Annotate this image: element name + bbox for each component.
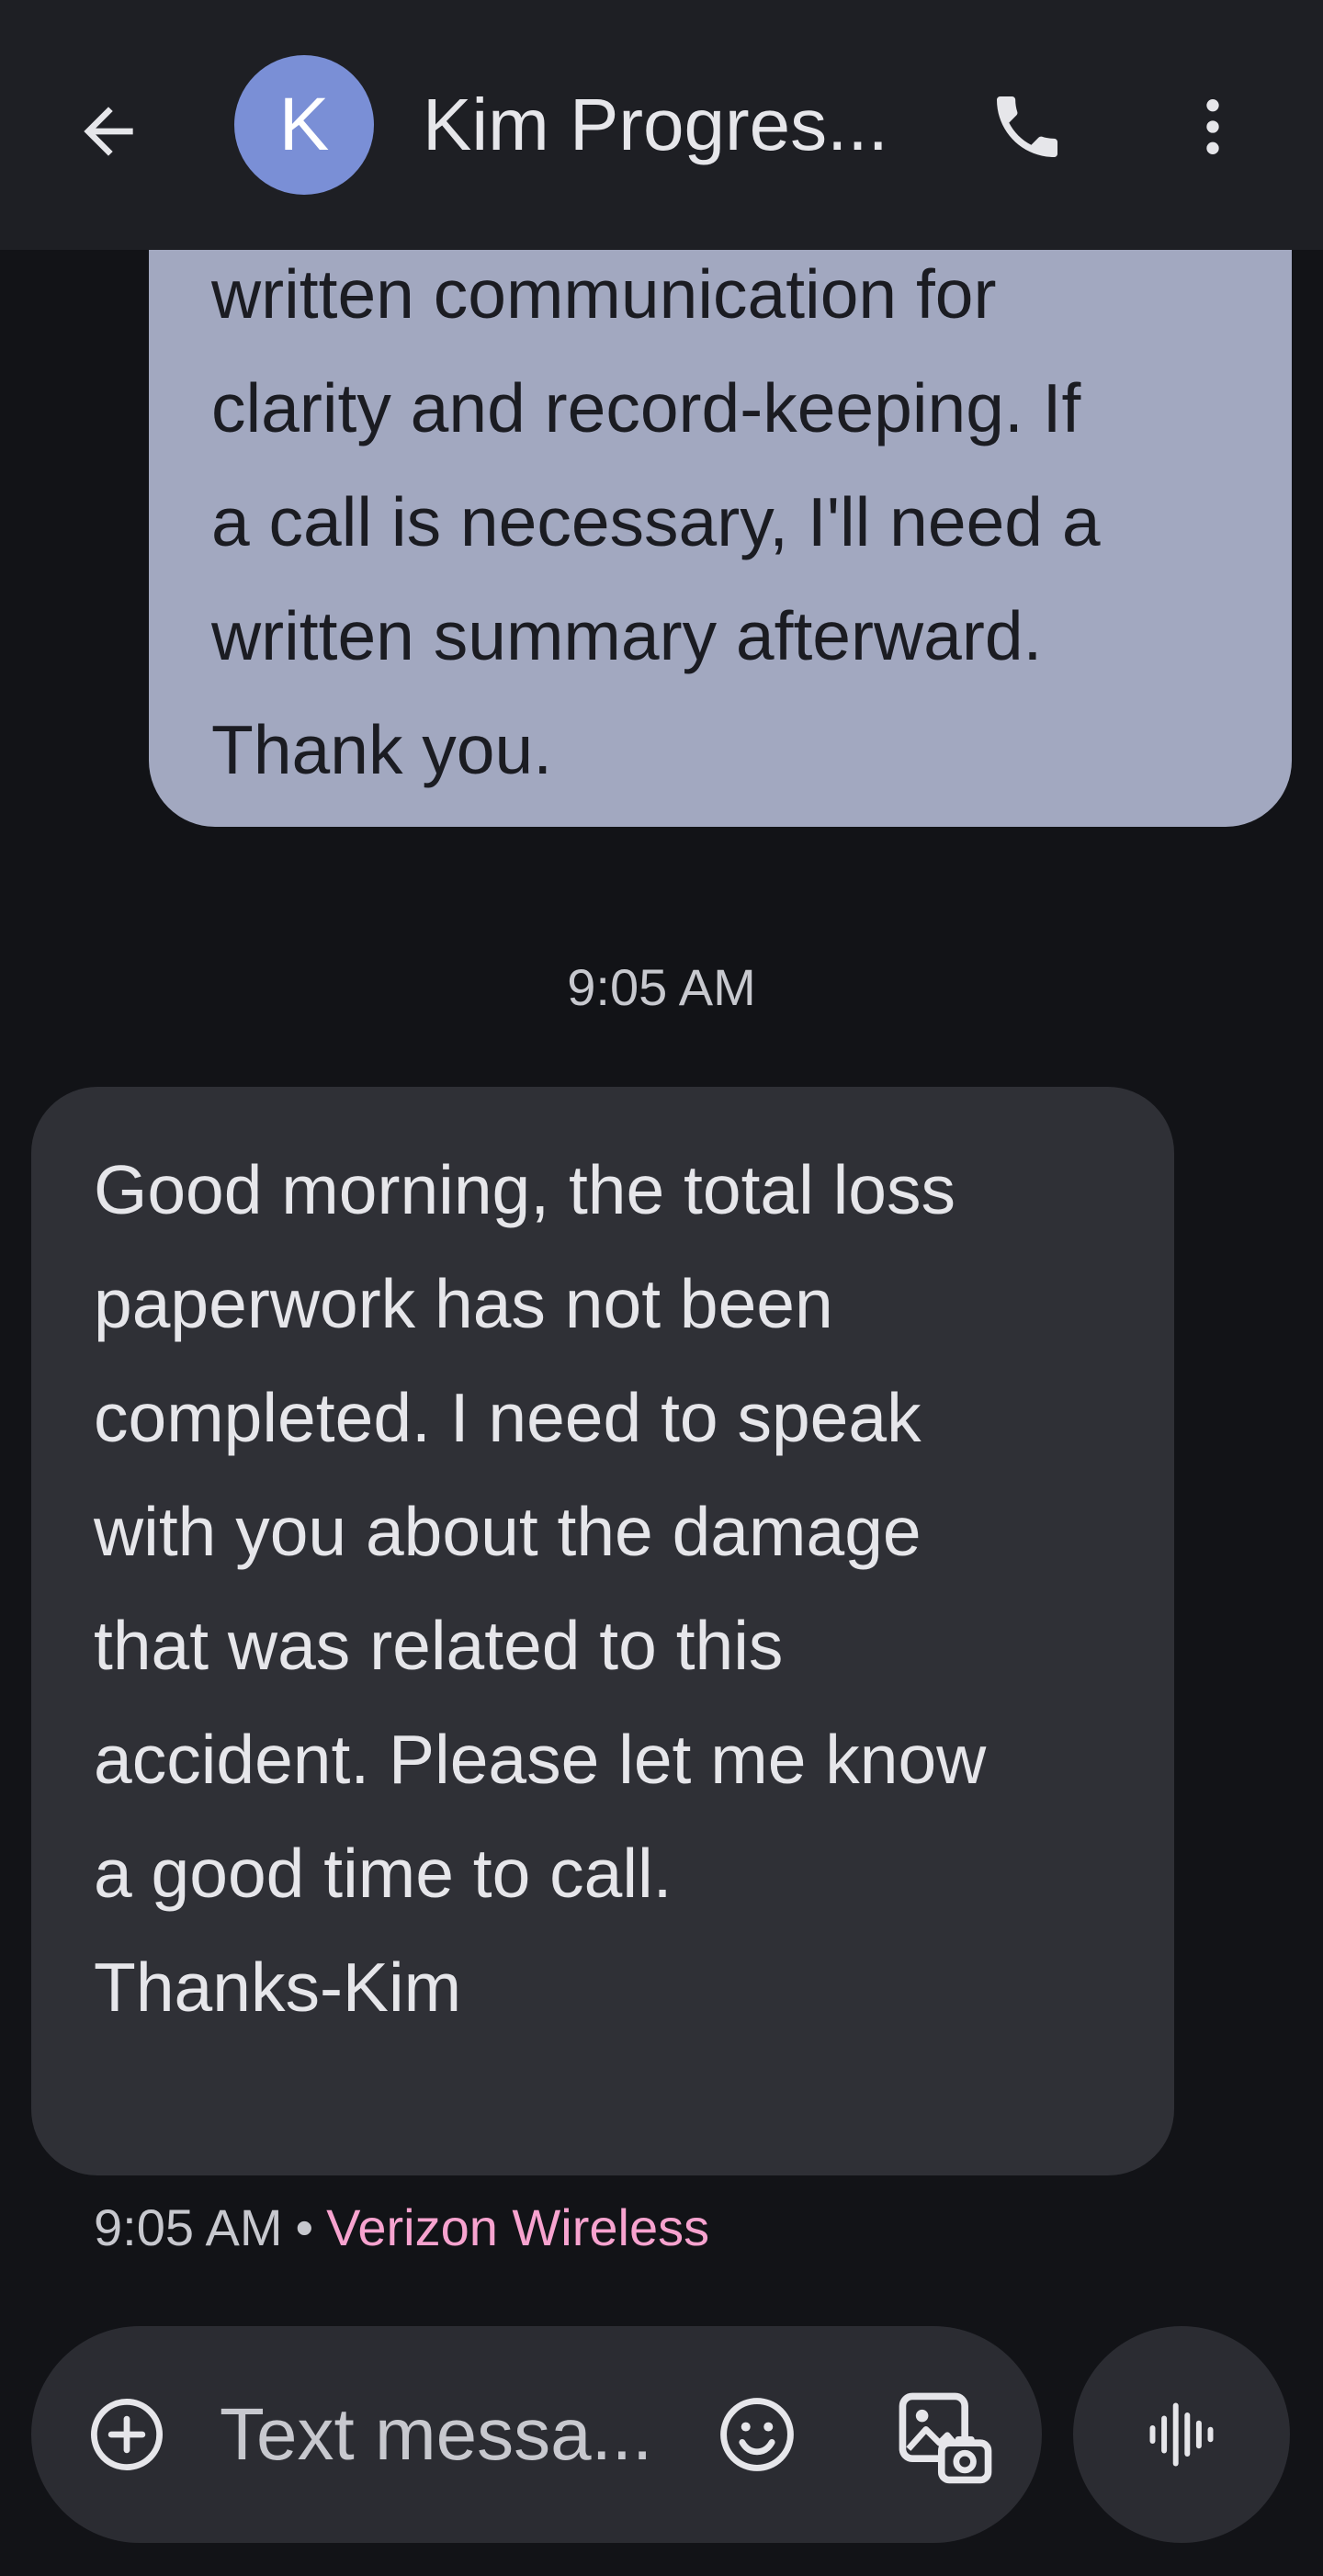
add-circle-icon: [91, 2399, 163, 2470]
call-button[interactable]: [981, 81, 1073, 173]
top-app-bar: K Kim Progres...: [0, 0, 1323, 250]
attach-button[interactable]: [81, 2389, 173, 2480]
back-button[interactable]: [64, 87, 153, 175]
message-time: 9:05 AM: [94, 2198, 283, 2256]
more-vert-icon: [1206, 99, 1219, 154]
gallery-icon: [899, 2392, 992, 2484]
emoji-button[interactable]: [711, 2389, 803, 2480]
gallery-button[interactable]: [895, 2389, 996, 2490]
incoming-message-text: Good morning, the total loss paperwork h…: [94, 1151, 987, 2026]
meta-separator: •: [295, 2198, 314, 2256]
incoming-message-bubble[interactable]: Good morning, the total loss paperwork h…: [31, 1087, 1174, 2175]
emoji-icon: [720, 2398, 794, 2471]
outgoing-message-bubble[interactable]: written communication for clarity and re…: [149, 184, 1292, 827]
voice-waveform-icon: [1149, 2402, 1214, 2467]
more-options-button[interactable]: [1167, 81, 1259, 173]
phone-icon: [997, 96, 1057, 157]
voice-message-button[interactable]: [1073, 2326, 1290, 2543]
contact-avatar[interactable]: K: [234, 55, 374, 195]
arrow-back-icon: [84, 107, 133, 156]
message-input[interactable]: Text messa...: [220, 2389, 697, 2480]
message-composer: Text messa...: [31, 2326, 1042, 2543]
carrier-label: Verizon Wireless: [326, 2198, 710, 2256]
conversation-timestamp: 9:05 AM: [567, 958, 756, 1016]
message-metadata: 9:05 AM • Verizon Wireless: [94, 2196, 709, 2260]
conversation-screen: written communication for clarity and re…: [0, 0, 1323, 2576]
outgoing-message-text: written communication for clarity and re…: [211, 255, 1101, 788]
contact-name[interactable]: Kim Progres...: [423, 77, 937, 173]
